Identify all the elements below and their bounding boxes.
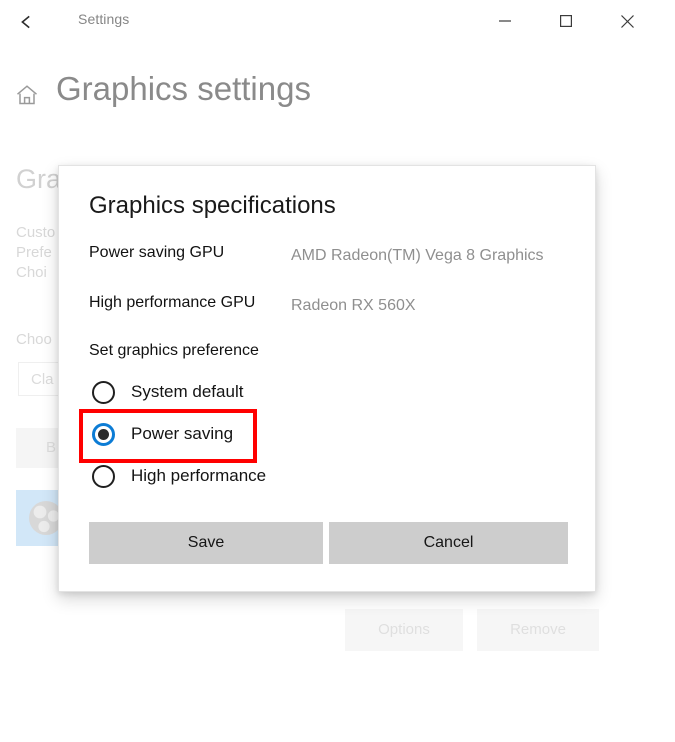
back-button[interactable]: [10, 6, 52, 38]
title-bar: Settings: [0, 0, 675, 44]
spec-label: High performance GPU: [89, 294, 256, 311]
close-icon: [620, 14, 635, 29]
radio-option-power-saving[interactable]: Power saving: [83, 415, 483, 455]
background-description-line-1: Custo: [16, 224, 56, 241]
window-title: Settings: [78, 11, 130, 27]
options-button-label: Options: [378, 621, 430, 638]
background-description-line-2: Prefe: [16, 244, 52, 261]
radio-icon-selected: [92, 423, 115, 446]
maximize-button[interactable]: [543, 2, 589, 40]
background-description: Custo Prefe Choi: [16, 223, 55, 283]
options-button[interactable]: Options: [345, 609, 463, 651]
radio-label: High performance: [131, 466, 267, 485]
spec-value: AMD Radeon(TM) Vega 8 Graphics: [291, 247, 544, 264]
cancel-button[interactable]: Cancel: [329, 522, 568, 564]
dialog-title: Graphics specifications: [89, 192, 336, 219]
page-header: Graphics settings: [0, 68, 675, 122]
radio-icon: [92, 381, 115, 404]
background-browse-label: B: [46, 439, 57, 456]
radio-label: Power saving: [131, 424, 234, 443]
remove-button[interactable]: Remove: [477, 609, 599, 651]
radio-option-high-performance[interactable]: High performance: [83, 457, 483, 497]
settings-window: Settings Graphics settings Gra Custo Pre…: [0, 0, 675, 662]
radio-icon: [92, 465, 115, 488]
radio-dot-icon: [98, 429, 109, 440]
background-description-line-3: Choi: [16, 264, 47, 281]
spec-label: Power saving GPU: [89, 244, 225, 261]
home-icon[interactable]: [14, 82, 40, 108]
radio-option-system-default[interactable]: System default: [83, 373, 483, 413]
minimize-icon: [498, 14, 512, 28]
background-choose-label: Choo: [16, 331, 52, 348]
spec-value: Radeon RX 560X: [291, 297, 416, 314]
back-arrow-icon: [21, 14, 41, 30]
set-graphics-preference-label: Set graphics preference: [89, 342, 259, 359]
maximize-icon: [559, 14, 573, 28]
page-title: Graphics settings: [56, 70, 311, 107]
background-section-title: Gra: [16, 164, 62, 194]
graphics-specifications-dialog: Graphics specifications Power saving GPU…: [58, 165, 596, 592]
close-button[interactable]: [604, 2, 650, 40]
save-button[interactable]: Save: [89, 522, 323, 564]
radio-label: System default: [131, 382, 244, 401]
minimize-button[interactable]: [482, 2, 528, 40]
background-combobox-value: Cla: [31, 371, 54, 388]
remove-button-label: Remove: [510, 621, 566, 638]
